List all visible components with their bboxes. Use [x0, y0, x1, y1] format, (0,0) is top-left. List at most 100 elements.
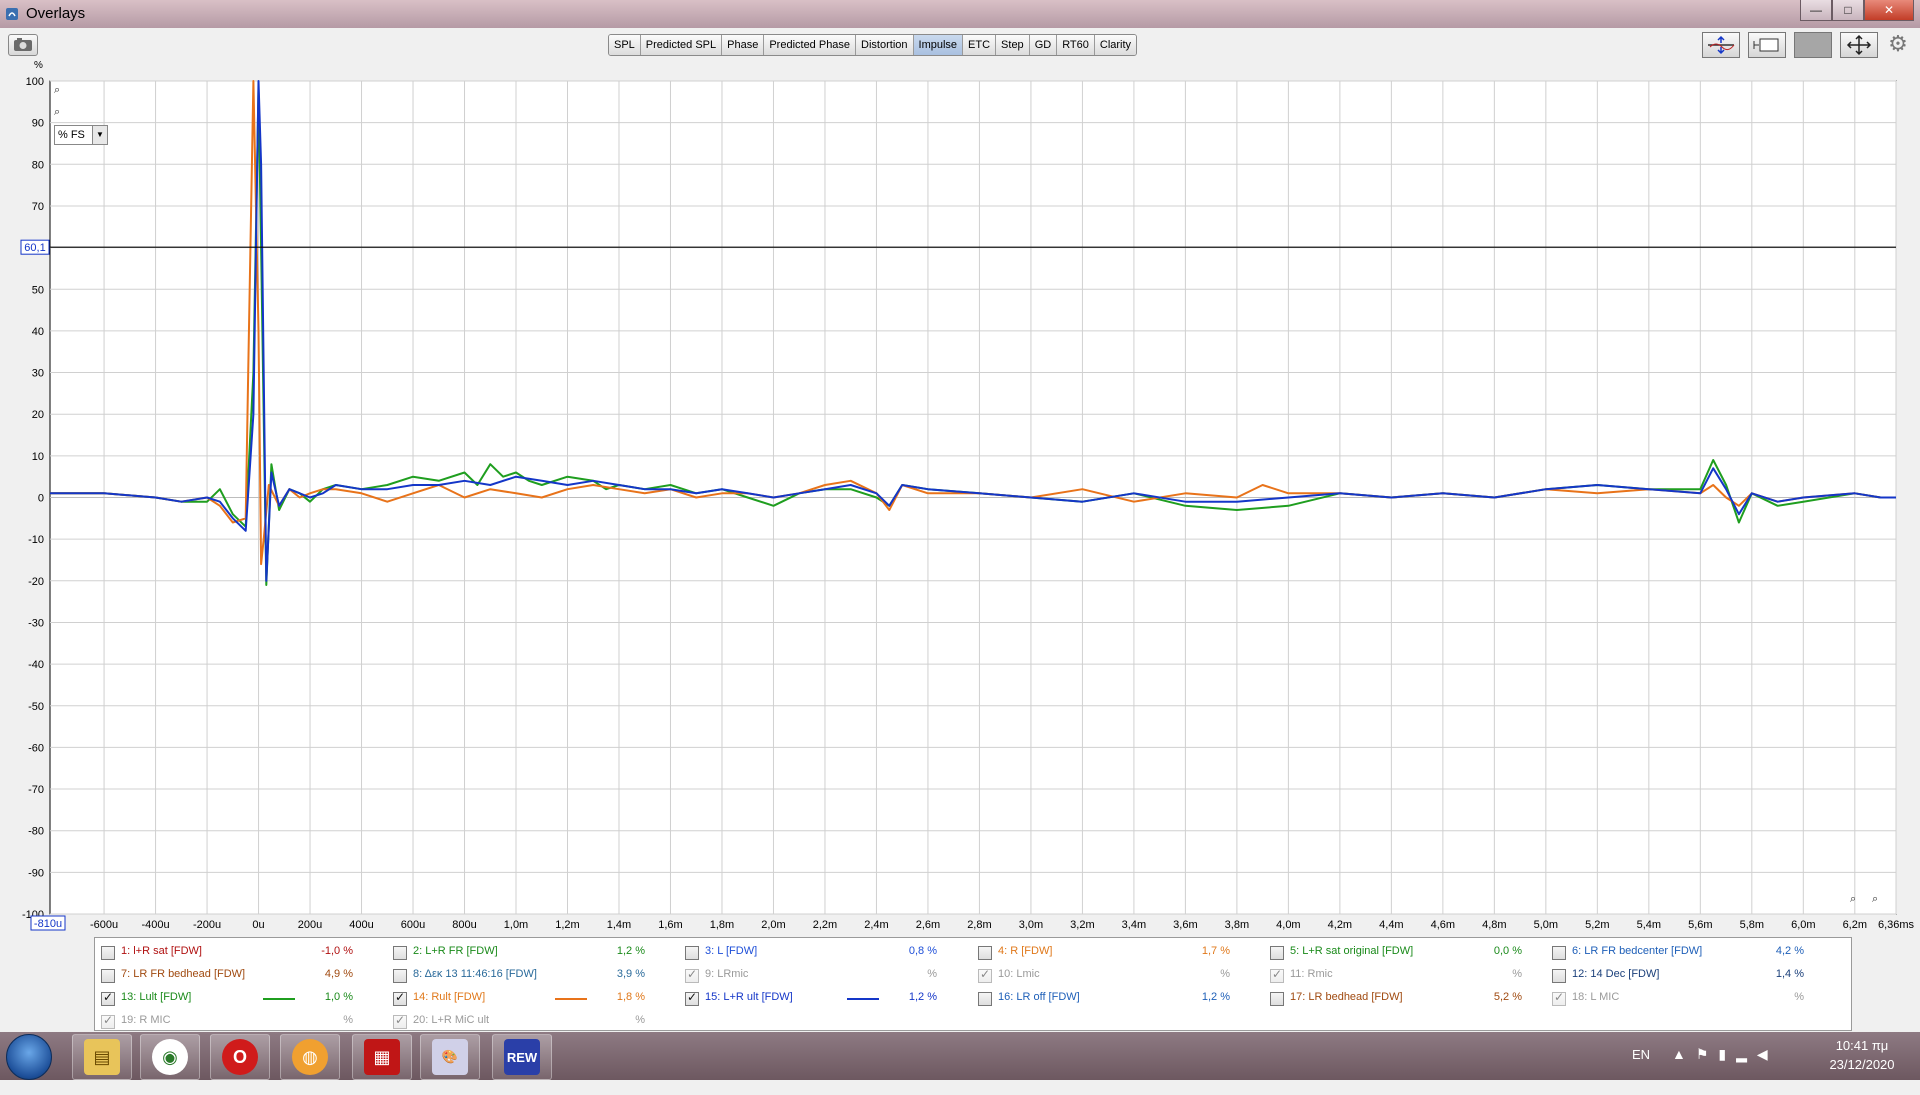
- x-tick-label: 5,2m: [1585, 919, 1609, 931]
- tab-distortion[interactable]: Distortion: [856, 35, 914, 55]
- minimize-button[interactable]: —: [1800, 0, 1832, 21]
- language-indicator[interactable]: EN: [1632, 1047, 1650, 1095]
- legend-checkbox[interactable]: [101, 969, 115, 983]
- legend-item-value: 0,8 %: [908, 945, 937, 957]
- legend-checkbox[interactable]: [1552, 990, 1566, 1006]
- clock[interactable]: 10:41 πμ 23/12/2020: [1812, 1036, 1912, 1084]
- x-tick-label: 5,4m: [1637, 919, 1661, 931]
- legend-item-value: 1,7 %: [1201, 945, 1230, 957]
- gear-icon[interactable]: ⚙: [1886, 31, 1910, 56]
- camera-icon: [14, 38, 32, 51]
- taskbar-app-2[interactable]: ◉: [140, 1034, 200, 1080]
- legend-checkbox[interactable]: [685, 990, 699, 1006]
- legend-checkbox[interactable]: [101, 1013, 115, 1029]
- legend-checkbox[interactable]: [393, 990, 407, 1006]
- maximize-button[interactable]: □: [1832, 0, 1864, 21]
- legend-checkbox[interactable]: [393, 969, 407, 983]
- x-tick-label: 5,0m: [1534, 919, 1558, 931]
- legend-item-label: 11: Rmic: [1290, 968, 1333, 980]
- screenshot-button[interactable]: [8, 34, 38, 56]
- y-tick-label: 50: [32, 284, 44, 296]
- y-mode-select[interactable]: % FS ▼: [54, 125, 108, 145]
- tab-phase[interactable]: Phase: [722, 35, 765, 55]
- legend-checkbox[interactable]: [101, 990, 115, 1006]
- tab-predicted-phase[interactable]: Predicted Phase: [764, 35, 857, 55]
- battery-icon[interactable]: ▮: [1718, 1046, 1736, 1062]
- taskbar-app-1[interactable]: ▤: [72, 1034, 132, 1080]
- y-tick-label: -30: [28, 617, 44, 629]
- overlay-toggle-button[interactable]: [1794, 32, 1832, 58]
- x-tick-label: -200u: [193, 919, 221, 931]
- x-zoom-out-icon[interactable]: ⌕: [1872, 893, 1878, 906]
- legend-checkbox[interactable]: [393, 1013, 407, 1029]
- legend-checkbox[interactable]: [101, 946, 115, 960]
- x-tick-label: 800u: [452, 919, 476, 931]
- legend-checkbox[interactable]: [685, 946, 699, 960]
- legend-checkbox[interactable]: [1270, 992, 1284, 1006]
- signal-icon[interactable]: ▂: [1736, 1046, 1757, 1062]
- x-tick-label: 2,8m: [967, 919, 991, 931]
- x-tick-label: 3,4m: [1122, 919, 1146, 931]
- tab-rt60[interactable]: RT60: [1057, 35, 1095, 55]
- window-fit-button[interactable]: [1748, 32, 1786, 58]
- legend-item-value: %: [343, 1014, 353, 1026]
- y-tick-label: -50: [28, 701, 44, 713]
- legend-checkbox[interactable]: [978, 946, 992, 960]
- x-tick-label: 0u: [252, 919, 264, 931]
- zoom-in-icon[interactable]: ⌕: [54, 84, 60, 97]
- taskbar-app-4[interactable]: ◍: [280, 1034, 340, 1080]
- app-grid-icon: ▦: [364, 1039, 400, 1075]
- legend-checkbox[interactable]: [393, 946, 407, 960]
- taskbar-app-3[interactable]: O: [210, 1034, 270, 1080]
- legend-item-value: 0,0 %: [1493, 945, 1522, 957]
- legend-item-value: 1,4 %: [1775, 968, 1804, 980]
- flag-icon[interactable]: ⚑: [1696, 1046, 1719, 1062]
- tab-predicted-spl[interactable]: Predicted SPL: [640, 35, 723, 55]
- opera-icon: O: [222, 1039, 258, 1075]
- legend-item-value: %: [1794, 991, 1804, 1003]
- legend-checkbox[interactable]: [1270, 967, 1284, 983]
- y-tick-label: 90: [32, 118, 44, 130]
- taskbar-app-7[interactable]: REW: [492, 1034, 552, 1080]
- taskbar-app-5[interactable]: ▦: [352, 1034, 412, 1080]
- legend-checkbox[interactable]: [1552, 969, 1566, 983]
- tab-etc[interactable]: ETC: [963, 35, 997, 55]
- toolbar: SPL Predicted SPL Phase Predicted Phase Dist…: [0, 28, 1920, 62]
- chrome-icon: ◉: [152, 1039, 188, 1075]
- volume-icon[interactable]: ◀: [1757, 1046, 1778, 1062]
- zoom-out-icon[interactable]: ⌕: [54, 106, 60, 119]
- legend-checkbox[interactable]: [978, 967, 992, 983]
- legend-item-value: 1,2 %: [908, 991, 937, 1003]
- view-controls: ⚙: [1702, 31, 1910, 58]
- tab-step[interactable]: Step: [996, 35, 1030, 55]
- legend-checkbox[interactable]: [1270, 946, 1284, 960]
- impulse-chart[interactable]: 1009080706050403020100-10-20-30-40-50-60…: [0, 62, 1920, 934]
- legend-item-value: 1,8 %: [616, 991, 645, 1003]
- x-tick-label: 4,8m: [1482, 919, 1506, 931]
- tab-impulse[interactable]: Impulse: [913, 35, 964, 55]
- pan-button[interactable]: [1840, 32, 1878, 58]
- taskbar-app-6[interactable]: 🎨: [420, 1034, 480, 1080]
- x-tick-label: 5,6m: [1688, 919, 1712, 931]
- legend-item-label: 9: LRmic: [705, 968, 749, 980]
- paint-icon: 🎨: [432, 1039, 468, 1075]
- x-zoom-in-icon[interactable]: ⌕: [1850, 893, 1856, 906]
- start-button[interactable]: [6, 1034, 52, 1080]
- tab-gd[interactable]: GD: [1029, 35, 1058, 55]
- chevron-up-icon[interactable]: ▲: [1672, 1046, 1696, 1062]
- tab-clarity[interactable]: Clarity: [1094, 35, 1137, 55]
- legend-item-value: %: [1220, 968, 1230, 980]
- java-app-icon: [6, 8, 18, 20]
- close-button[interactable]: ✕: [1864, 0, 1914, 21]
- legend-item-label: 13: Lult [FDW]: [121, 991, 192, 1003]
- legend-checkbox[interactable]: [685, 967, 699, 983]
- y-tick-label: 100: [26, 76, 44, 88]
- x-tick-label: 1,4m: [607, 919, 631, 931]
- legend-checkbox[interactable]: [1552, 946, 1566, 960]
- tab-spl[interactable]: SPL: [609, 35, 641, 55]
- legend-item-value: 3,9 %: [616, 968, 645, 980]
- legend-item-label: 7: LR FR bedhead [FDW]: [121, 968, 246, 980]
- legend-checkbox[interactable]: [978, 992, 992, 1006]
- x-tick-label: 2,2m: [813, 919, 837, 931]
- vertical-fit-button[interactable]: [1702, 32, 1740, 58]
